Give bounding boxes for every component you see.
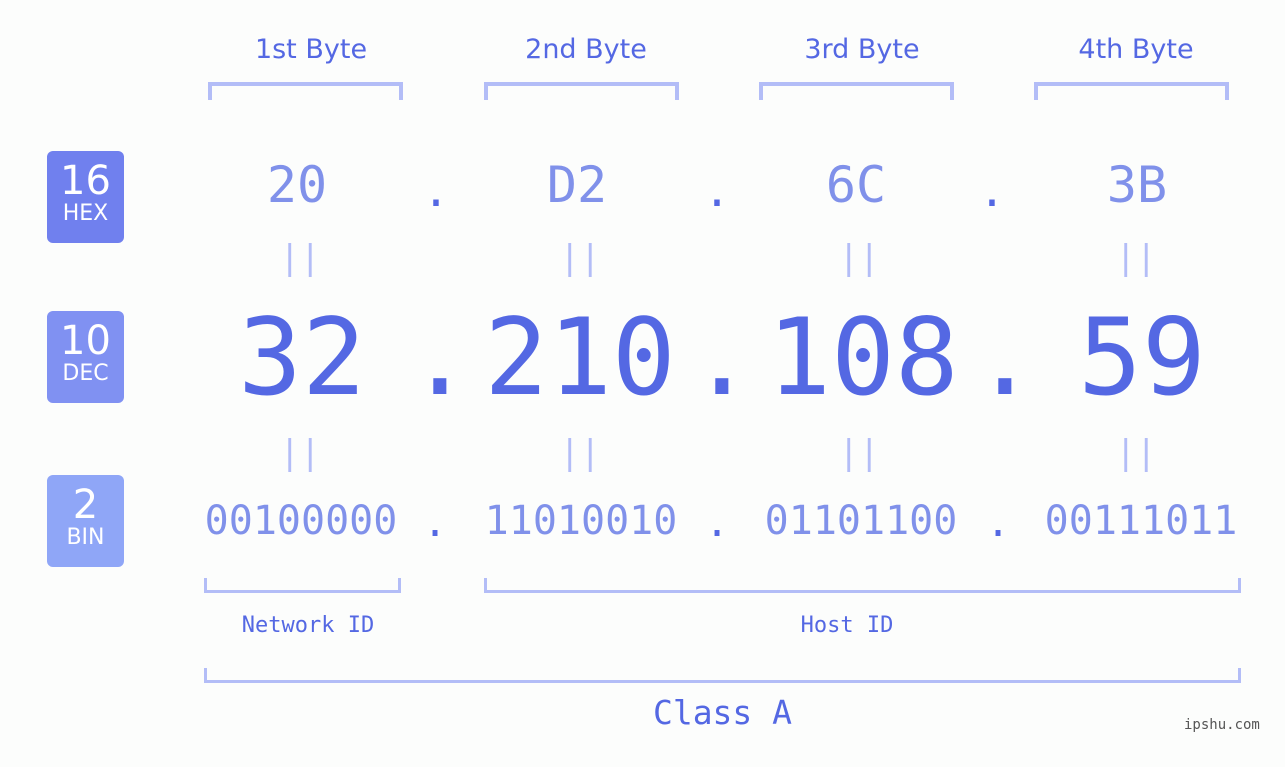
dec-dot-2: .	[690, 296, 754, 419]
network-id-bracket	[204, 578, 401, 593]
dec-byte-3: 108	[767, 296, 959, 419]
header-byte-1: 1st Byte	[254, 34, 368, 65]
bracket-byte-1	[208, 82, 403, 100]
hex-byte-4: 3B	[1106, 156, 1168, 214]
bin-byte-4: 00111011	[1044, 498, 1238, 544]
bin-byte-2: 11010010	[484, 498, 678, 544]
equals-hex-dec-3: ||	[838, 238, 880, 278]
hex-dot-2: .	[703, 166, 731, 217]
class-bracket	[204, 668, 1241, 683]
bracket-byte-2	[484, 82, 679, 100]
class-label: Class A	[652, 693, 793, 732]
header-byte-3: 3rd Byte	[804, 34, 920, 65]
hex-dot-1: .	[422, 166, 450, 217]
header-byte-4: 4th Byte	[1078, 34, 1194, 65]
network-id-label: Network ID	[241, 613, 375, 638]
equals-dec-bin-1: ||	[279, 433, 321, 473]
bin-byte-1: 00100000	[204, 498, 398, 544]
header-byte-2: 2nd Byte	[525, 34, 647, 65]
dec-byte-2: 210	[484, 296, 676, 419]
hex-byte-3: 6C	[825, 156, 887, 214]
equals-dec-bin-2: ||	[559, 433, 601, 473]
bin-badge: 2 BIN	[47, 475, 124, 567]
hex-byte-1: 20	[266, 156, 328, 214]
dec-dot-1: .	[408, 296, 472, 419]
dec-badge-label: DEC	[62, 361, 109, 386]
dec-byte-1: 32	[238, 296, 366, 419]
equals-dec-bin-4: ||	[1115, 433, 1157, 473]
hex-byte-2: D2	[546, 156, 608, 214]
dec-badge-number: 10	[60, 318, 111, 364]
dec-dot-3: .	[973, 296, 1037, 419]
hex-dot-3: .	[978, 166, 1006, 217]
bin-dot-1: .	[422, 500, 448, 546]
bin-badge-number: 2	[72, 482, 99, 528]
equals-hex-dec-4: ||	[1115, 238, 1157, 278]
watermark: ipshu.com	[1184, 717, 1260, 733]
bin-dot-3: .	[985, 500, 1011, 546]
equals-hex-dec-2: ||	[559, 238, 601, 278]
bin-badge-label: BIN	[66, 525, 105, 550]
bin-dot-2: .	[704, 500, 730, 546]
equals-hex-dec-1: ||	[279, 238, 321, 278]
bracket-byte-3	[759, 82, 954, 100]
bracket-byte-4	[1034, 82, 1229, 100]
dec-badge: 10 DEC	[47, 311, 124, 403]
host-id-label: Host ID	[800, 613, 894, 638]
bin-byte-3: 01101100	[764, 498, 958, 544]
hex-badge: 16 HEX	[47, 151, 124, 243]
host-id-bracket	[484, 578, 1241, 593]
equals-dec-bin-3: ||	[838, 433, 880, 473]
hex-badge-label: HEX	[62, 201, 109, 226]
hex-badge-number: 16	[60, 158, 111, 204]
dec-byte-4: 59	[1078, 296, 1206, 419]
